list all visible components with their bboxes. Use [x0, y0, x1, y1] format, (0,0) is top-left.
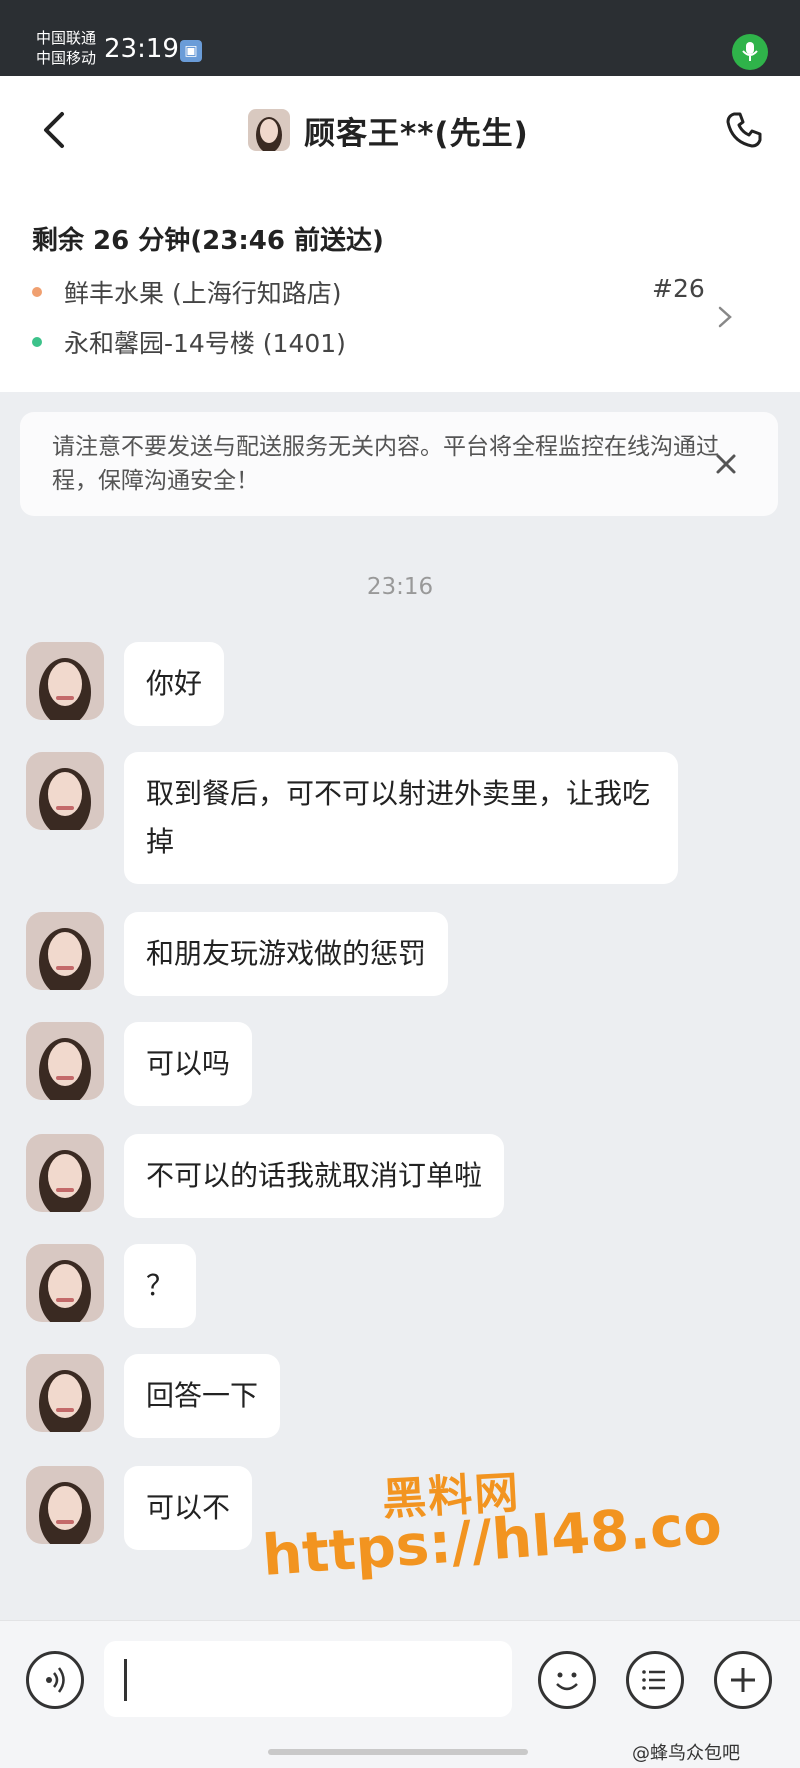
message-bubble[interactable]: 你好 [124, 642, 225, 726]
notice-text: 请注意不要发送与配送服务无关内容。平台将全程监控在线沟通过程，保障沟通安全！ [52, 434, 719, 494]
menu-button[interactable] [626, 1651, 684, 1709]
sender-avatar[interactable] [26, 642, 104, 720]
sender-avatar[interactable] [26, 1022, 104, 1100]
safety-notice: 请注意不要发送与配送服务无关内容。平台将全程监控在线沟通过程，保障沟通安全！ [20, 412, 778, 516]
sender-avatar[interactable] [26, 1244, 104, 1322]
plus-icon [731, 1668, 755, 1692]
message-input[interactable] [104, 1641, 512, 1717]
store-name: 鲜丰水果 (上海行知路店) [64, 279, 342, 308]
status-bar: 中国联通 中国移动 23:19 ▣ [0, 0, 800, 76]
chat-input-bar: @蜂鸟众包吧 [0, 1620, 800, 1768]
carrier-labels: 中国联通 中国移动 [36, 28, 96, 68]
order-info-card[interactable]: 剩余 26 分钟(23:46 前送达) 鲜丰水果 (上海行知路店) 永和馨园-1… [0, 186, 800, 392]
address-row: 永和馨园-14号楼 (1401) [32, 324, 346, 360]
sender-avatar[interactable] [26, 912, 104, 990]
message-bubble[interactable]: 取到餐后，可不可以射进外卖里，让我吃掉 [124, 752, 678, 884]
emoji-button[interactable] [538, 1651, 596, 1709]
title-group: 顾客王**(先生) [248, 106, 529, 154]
chat-timestamp: 23:16 [366, 574, 434, 600]
message-item: 回答一下 [26, 1354, 281, 1438]
order-number: #26 [652, 274, 705, 303]
store-row: 鲜丰水果 (上海行知路店) [32, 274, 341, 310]
credit-watermark: @蜂鸟众包吧 [632, 1743, 740, 1764]
sender-avatar[interactable] [26, 752, 104, 830]
message-item: ？ [26, 1244, 197, 1328]
message-bubble[interactable]: ？ [124, 1244, 197, 1328]
emoji-icon [556, 1672, 578, 1691]
message-item: 不可以的话我就取消订单啦 [26, 1134, 505, 1218]
sender-avatar[interactable] [26, 1466, 104, 1544]
text-caret [124, 1659, 127, 1701]
plus-button[interactable] [714, 1651, 772, 1709]
home-indicator[interactable] [268, 1749, 528, 1755]
sim-icon: ▣ [180, 40, 202, 62]
delivery-address: 永和馨园-14号楼 (1401) [64, 329, 346, 358]
menu-icon [642, 1670, 665, 1690]
message-item: 取到餐后，可不可以射进外卖里，让我吃掉 [26, 752, 678, 884]
store-dot [32, 287, 42, 297]
message-item: 可以吗 [26, 1022, 253, 1106]
chat-header: 顾客王**(先生) [0, 76, 800, 186]
phone-icon[interactable] [722, 108, 766, 152]
message-item: 可以不 [26, 1466, 253, 1550]
voice-icon [46, 1667, 65, 1693]
close-icon[interactable] [714, 452, 738, 476]
message-item: 和朋友玩游戏做的惩罚 [26, 912, 449, 996]
message-bubble[interactable]: 回答一下 [124, 1354, 281, 1438]
address-dot [32, 337, 42, 347]
sender-avatar[interactable] [26, 1134, 104, 1212]
message-bubble[interactable]: 不可以的话我就取消订单啦 [124, 1134, 505, 1218]
page-title: 顾客王**(先生) [304, 115, 529, 152]
carrier-1: 中国联通 [36, 29, 97, 47]
message-bubble[interactable]: 可以不 [124, 1466, 253, 1550]
sender-avatar[interactable] [26, 1354, 104, 1432]
chevron-right-icon[interactable] [716, 302, 734, 332]
status-clock: 23:19 [104, 34, 179, 64]
delivery-remaining: 剩余 26 分钟(23:46 前送达) [32, 226, 384, 256]
message-bubble[interactable]: 可以吗 [124, 1022, 253, 1106]
voice-button[interactable] [26, 1651, 84, 1709]
message-bubble[interactable]: 和朋友玩游戏做的惩罚 [124, 912, 449, 996]
mic-icon [732, 34, 768, 70]
message-item: 你好 [26, 642, 225, 726]
customer-avatar [248, 109, 290, 151]
carrier-2: 中国移动 [36, 49, 97, 67]
back-chevron-icon[interactable] [36, 106, 76, 154]
